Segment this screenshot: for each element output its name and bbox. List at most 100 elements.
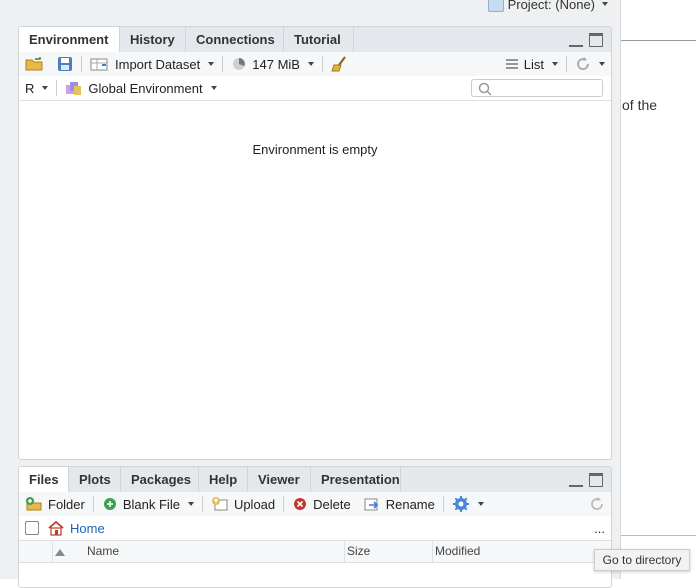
tab-viewer[interactable]: Viewer <box>248 467 311 492</box>
home-link[interactable]: Home <box>70 521 105 536</box>
memory-usage-button[interactable]: 147 MiB <box>225 56 320 72</box>
rstudio-right-column: Project: (None) Environment History Conn… <box>0 0 621 588</box>
chevron-down-icon <box>42 86 49 90</box>
maximize-icon[interactable] <box>589 33 603 47</box>
toolbar-separator <box>283 496 285 512</box>
toolbar-separator <box>92 496 94 512</box>
refresh-environment-button[interactable] <box>569 56 611 72</box>
chevron-down-icon <box>552 62 558 66</box>
home-icon <box>48 520 64 536</box>
upload-icon <box>211 497 228 511</box>
view-mode-label: List <box>523 56 544 72</box>
background-partial-text: of the <box>622 97 658 113</box>
search-icon <box>478 82 492 96</box>
files-pane: Files Plots Packages Help Viewer Present… <box>18 466 612 588</box>
rename-icon <box>364 498 378 511</box>
go-to-directory-tooltip: Go to directory <box>594 549 690 571</box>
minimize-icon[interactable] <box>569 477 583 487</box>
broom-icon <box>331 56 346 72</box>
more-label: ... <box>594 520 605 536</box>
save-workspace-button[interactable] <box>51 56 79 72</box>
select-all-checkbox[interactable] <box>19 521 45 535</box>
environment-dropdown[interactable]: Global Environment <box>59 80 222 96</box>
name-column-label: Name <box>87 544 120 558</box>
chevron-down-icon <box>210 86 217 90</box>
add-file-icon <box>103 498 116 510</box>
environment-empty-message: Environment is empty <box>252 142 378 157</box>
chevron-down-icon <box>602 2 608 6</box>
more-options-button[interactable] <box>446 495 490 513</box>
tab-connections[interactable]: Connections <box>186 27 284 52</box>
chevron-down-icon <box>477 502 484 506</box>
toolbar-separator <box>201 496 203 512</box>
refresh-icon <box>591 497 603 510</box>
environment-label: Global Environment <box>88 80 203 96</box>
view-mode-dropdown[interactable]: List <box>499 57 564 72</box>
new-folder-button[interactable]: Folder <box>19 496 91 512</box>
modified-column-header[interactable]: Modified <box>433 541 611 562</box>
refresh-icon <box>577 57 589 70</box>
rename-button[interactable]: Rename <box>357 496 441 512</box>
name-column-header[interactable]: Name <box>53 541 345 562</box>
background-divider <box>620 535 696 536</box>
toolbar-separator <box>222 56 224 72</box>
pane-window-controls <box>569 473 603 487</box>
background-editor-area: of the <box>620 0 696 579</box>
files-tabbar: Files Plots Packages Help Viewer Present… <box>19 467 611 493</box>
toolbar-separator <box>81 56 82 72</box>
home-breadcrumb[interactable]: Home <box>45 520 107 536</box>
memory-pie-icon <box>233 58 246 70</box>
tab-history[interactable]: History <box>120 27 186 52</box>
upload-label: Upload <box>233 496 276 512</box>
tab-presentation[interactable]: Presentation <box>311 467 401 492</box>
chevron-down-icon <box>187 502 194 506</box>
project-label: Project: (None) <box>507 0 595 12</box>
size-column-header[interactable]: Size <box>345 541 433 562</box>
import-dataset-icon <box>90 58 108 71</box>
chevron-down-icon <box>208 62 215 66</box>
environment-toolbar: Import Dataset 147 MiB List <box>19 52 611 77</box>
gear-icon <box>452 496 469 512</box>
modified-column-label: Modified <box>435 544 481 558</box>
project-menu[interactable]: Project: (None) <box>487 0 608 12</box>
environment-tabbar: Environment History Connections Tutorial <box>19 27 611 53</box>
blank-file-label: Blank File <box>122 496 180 512</box>
chevron-down-icon <box>307 62 314 66</box>
clear-workspace-button[interactable] <box>325 56 355 72</box>
tab-help[interactable]: Help <box>199 467 248 492</box>
toolbar-separator <box>321 56 323 72</box>
sort-ascending-icon <box>55 549 65 556</box>
blank-file-button[interactable]: Blank File <box>96 496 200 512</box>
go-to-directory-button[interactable]: ... <box>588 521 611 536</box>
pane-window-controls <box>569 33 603 47</box>
refresh-files-button[interactable] <box>583 496 611 512</box>
minimize-icon[interactable] <box>569 37 583 47</box>
checkbox-column-header <box>19 541 53 562</box>
size-column-label: Size <box>347 544 371 558</box>
delete-button[interactable]: Delete <box>286 496 357 512</box>
language-label: R <box>25 80 35 96</box>
memory-usage-label: 147 MiB <box>252 56 300 72</box>
toolbar-separator <box>566 56 567 72</box>
open-folder-icon <box>25 57 43 71</box>
upload-button[interactable]: Upload <box>205 496 281 512</box>
environment-search-input[interactable] <box>471 79 603 97</box>
tab-packages[interactable]: Packages <box>121 467 199 492</box>
language-dropdown[interactable]: R <box>19 81 54 96</box>
files-toolbar: Folder Blank File Upload Delete Rename <box>19 492 611 517</box>
tab-tutorial[interactable]: Tutorial <box>284 27 354 52</box>
environment-pane: Environment History Connections Tutorial… <box>18 26 612 460</box>
background-input-box <box>620 0 696 41</box>
tab-files[interactable]: Files <box>19 467 69 493</box>
tab-plots[interactable]: Plots <box>69 467 121 492</box>
new-folder-label: Folder <box>48 496 85 512</box>
files-path-bar: Home ... <box>19 516 611 541</box>
load-workspace-button[interactable] <box>19 56 51 72</box>
delete-label: Delete <box>313 496 351 512</box>
maximize-icon[interactable] <box>589 473 603 487</box>
import-dataset-button[interactable]: Import Dataset <box>84 56 220 72</box>
list-icon <box>505 59 518 69</box>
environment-subtoolbar: R Global Environment <box>19 76 611 101</box>
import-dataset-label: Import Dataset <box>115 56 201 72</box>
tab-environment[interactable]: Environment <box>19 27 120 53</box>
